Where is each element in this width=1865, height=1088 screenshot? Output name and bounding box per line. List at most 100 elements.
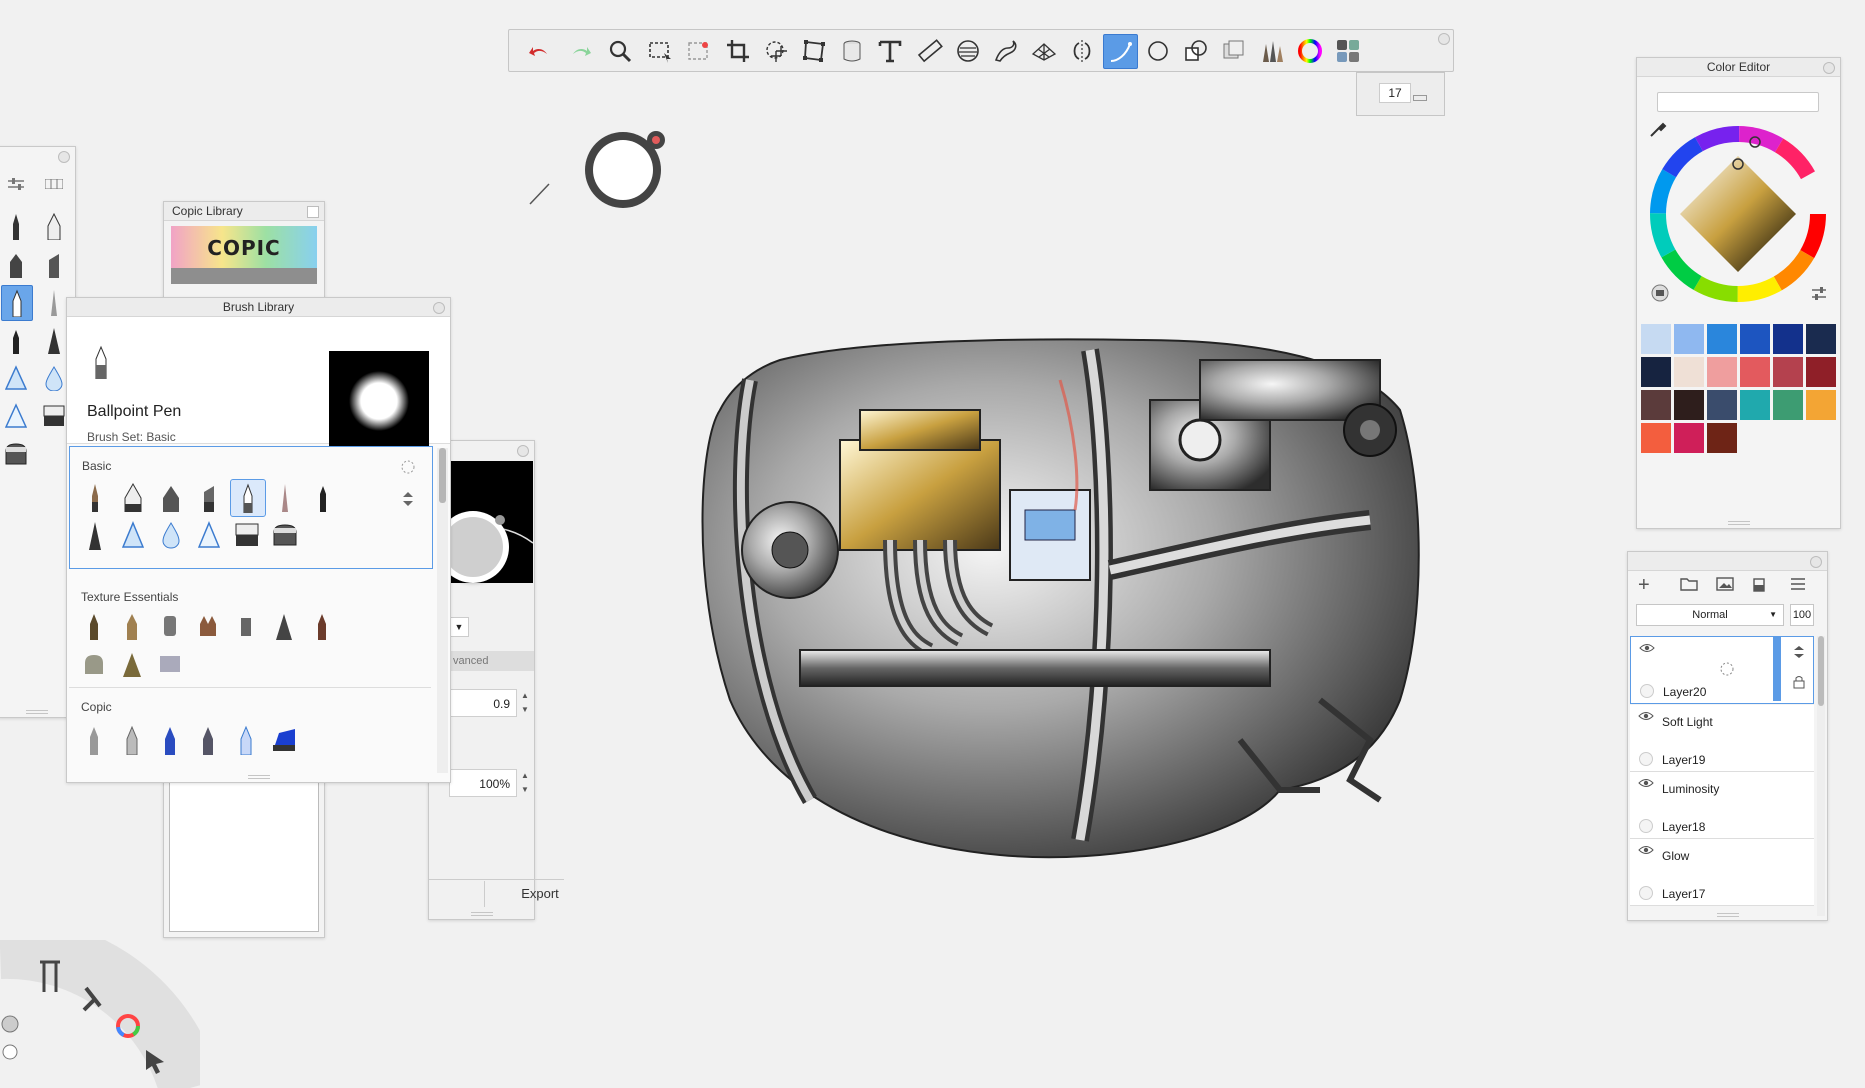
ellipse-guide-icon[interactable] bbox=[951, 34, 984, 67]
lagoon-icon[interactable] bbox=[1331, 34, 1364, 67]
brush-smear[interactable] bbox=[192, 517, 226, 553]
bucket-fill-icon[interactable] bbox=[835, 34, 868, 67]
add-image-icon[interactable] bbox=[1716, 577, 1734, 591]
layer-row[interactable]: Layer20 bbox=[1630, 636, 1814, 704]
visibility-eye-icon[interactable] bbox=[1638, 845, 1654, 855]
blur-drop-icon[interactable] bbox=[39, 361, 69, 395]
brush-texture-4[interactable] bbox=[191, 608, 225, 644]
brush-copic-1[interactable] bbox=[77, 722, 111, 758]
brush-copic-6[interactable] bbox=[267, 722, 301, 758]
color-swatch[interactable] bbox=[1674, 423, 1704, 453]
airbrush-icon[interactable] bbox=[1, 361, 31, 395]
brush-value-1-stepper[interactable]: ▲ ▼ bbox=[521, 689, 533, 717]
brush-properties-close-icon[interactable] bbox=[517, 445, 529, 457]
brush-fineliner[interactable] bbox=[306, 479, 340, 515]
chisel-marker-icon[interactable] bbox=[39, 247, 69, 281]
visibility-eye-icon[interactable] bbox=[1638, 778, 1654, 788]
layer-reorder-icon[interactable] bbox=[1793, 645, 1805, 659]
technical-pen-icon[interactable] bbox=[39, 209, 69, 243]
color-hex-input[interactable] bbox=[1657, 92, 1819, 112]
color-swatch[interactable] bbox=[1773, 324, 1803, 354]
brush-size-value[interactable]: 17 bbox=[1379, 83, 1411, 103]
brush-texture-10[interactable] bbox=[153, 646, 187, 682]
layer-radio[interactable] bbox=[1639, 886, 1653, 900]
blend-mode-select[interactable]: Normal ▼ bbox=[1636, 604, 1784, 626]
color-swatch[interactable] bbox=[1707, 324, 1737, 354]
layers-scrollbar[interactable] bbox=[1817, 636, 1825, 916]
layer-group-icon[interactable] bbox=[1680, 577, 1698, 591]
brush-texture-9[interactable] bbox=[115, 646, 149, 682]
left-tools-close-icon[interactable] bbox=[58, 151, 70, 163]
brush-pencil[interactable] bbox=[78, 479, 112, 515]
color-swatch[interactable] bbox=[1806, 390, 1836, 420]
color-swatch[interactable] bbox=[1806, 357, 1836, 387]
brush-texture-5[interactable] bbox=[229, 608, 263, 644]
visibility-eye-icon[interactable] bbox=[1639, 643, 1655, 653]
distort-icon[interactable] bbox=[797, 34, 830, 67]
color-swatch[interactable] bbox=[1773, 357, 1803, 387]
color-swatch[interactable] bbox=[1773, 390, 1803, 420]
brush-texture-1[interactable] bbox=[77, 608, 111, 644]
brush-library-icon[interactable] bbox=[1255, 34, 1288, 67]
transform-icon[interactable] bbox=[759, 34, 792, 67]
color-swatch[interactable] bbox=[1674, 357, 1704, 387]
shape-ellipse-icon[interactable] bbox=[1141, 34, 1174, 67]
brush-soft-eraser[interactable] bbox=[268, 517, 302, 553]
advanced-tab[interactable]: vanced bbox=[449, 651, 534, 671]
brush-hard-eraser[interactable] bbox=[230, 517, 264, 553]
brush-value-field-1[interactable]: 0.9 bbox=[449, 689, 517, 717]
brush-copic-4[interactable] bbox=[191, 722, 225, 758]
color-swatch[interactable] bbox=[1740, 324, 1770, 354]
layers-grip[interactable] bbox=[1716, 913, 1739, 917]
color-swatch[interactable] bbox=[1740, 390, 1770, 420]
color-wheel-icon[interactable] bbox=[1293, 34, 1326, 67]
brush-fine-pen[interactable] bbox=[268, 479, 302, 515]
copic-library-close-icon[interactable] bbox=[307, 206, 319, 218]
ruler-icon[interactable] bbox=[913, 34, 946, 67]
rect-select-icon[interactable] bbox=[643, 34, 676, 67]
shape-tool-icon[interactable] bbox=[1179, 34, 1212, 67]
ballpoint-pen-left-icon[interactable] bbox=[1, 285, 33, 321]
fineliner-icon[interactable] bbox=[1, 323, 31, 357]
color-editor-grip[interactable] bbox=[1727, 521, 1750, 525]
copic-swatch-area[interactable] bbox=[169, 782, 319, 932]
left-tools-grip[interactable] bbox=[26, 710, 48, 714]
color-editor-close-icon[interactable] bbox=[1823, 62, 1835, 74]
brush-texture-8[interactable] bbox=[77, 646, 111, 682]
zoom-icon[interactable] bbox=[603, 34, 636, 67]
brush-settings-icon[interactable] bbox=[7, 177, 25, 191]
stroke-tool-icon[interactable] bbox=[1103, 34, 1138, 69]
brush-chisel-marker[interactable] bbox=[192, 479, 226, 515]
brush-marker[interactable] bbox=[154, 479, 188, 515]
brush-value-field-2[interactable]: 100% bbox=[449, 769, 517, 797]
brush-blur[interactable] bbox=[154, 517, 188, 553]
layer-row[interactable]: Glow Layer17 bbox=[1630, 839, 1814, 906]
undo-icon[interactable] bbox=[523, 34, 556, 67]
brush-texture-3[interactable] bbox=[153, 608, 187, 644]
layer-radio[interactable] bbox=[1639, 819, 1653, 833]
color-swatch[interactable] bbox=[1806, 324, 1836, 354]
brush-copic-2[interactable] bbox=[115, 722, 149, 758]
export-button[interactable]: Export bbox=[484, 881, 595, 907]
brush-library-close-icon[interactable] bbox=[433, 302, 445, 314]
layer-radio[interactable] bbox=[1639, 752, 1653, 766]
canvas-drawing[interactable] bbox=[680, 320, 1440, 870]
layer-lock-icon[interactable] bbox=[1793, 675, 1805, 689]
french-curve-icon[interactable] bbox=[989, 34, 1022, 67]
crop-icon[interactable] bbox=[721, 34, 754, 67]
layer-menu-icon[interactable] bbox=[1790, 577, 1806, 591]
color-settings-icon[interactable] bbox=[1811, 286, 1827, 302]
layer-radio[interactable] bbox=[1640, 684, 1654, 698]
brush-ink-pen[interactable] bbox=[78, 517, 112, 553]
color-swatch[interactable] bbox=[1641, 423, 1671, 453]
symmetry-icon[interactable] bbox=[1065, 34, 1098, 67]
color-swatch[interactable] bbox=[1641, 357, 1671, 387]
pencil-brush-icon[interactable] bbox=[1, 209, 31, 243]
color-history-icon[interactable] bbox=[1651, 284, 1669, 302]
marking-menu-puck-icon[interactable] bbox=[1, 1015, 19, 1060]
color-swatch[interactable] bbox=[1707, 390, 1737, 420]
brush-texture-7[interactable] bbox=[305, 608, 339, 644]
layer-editor-icon[interactable] bbox=[1217, 34, 1250, 67]
hard-eraser-icon[interactable] bbox=[39, 399, 69, 433]
layer-trash-icon[interactable] bbox=[1752, 576, 1766, 592]
